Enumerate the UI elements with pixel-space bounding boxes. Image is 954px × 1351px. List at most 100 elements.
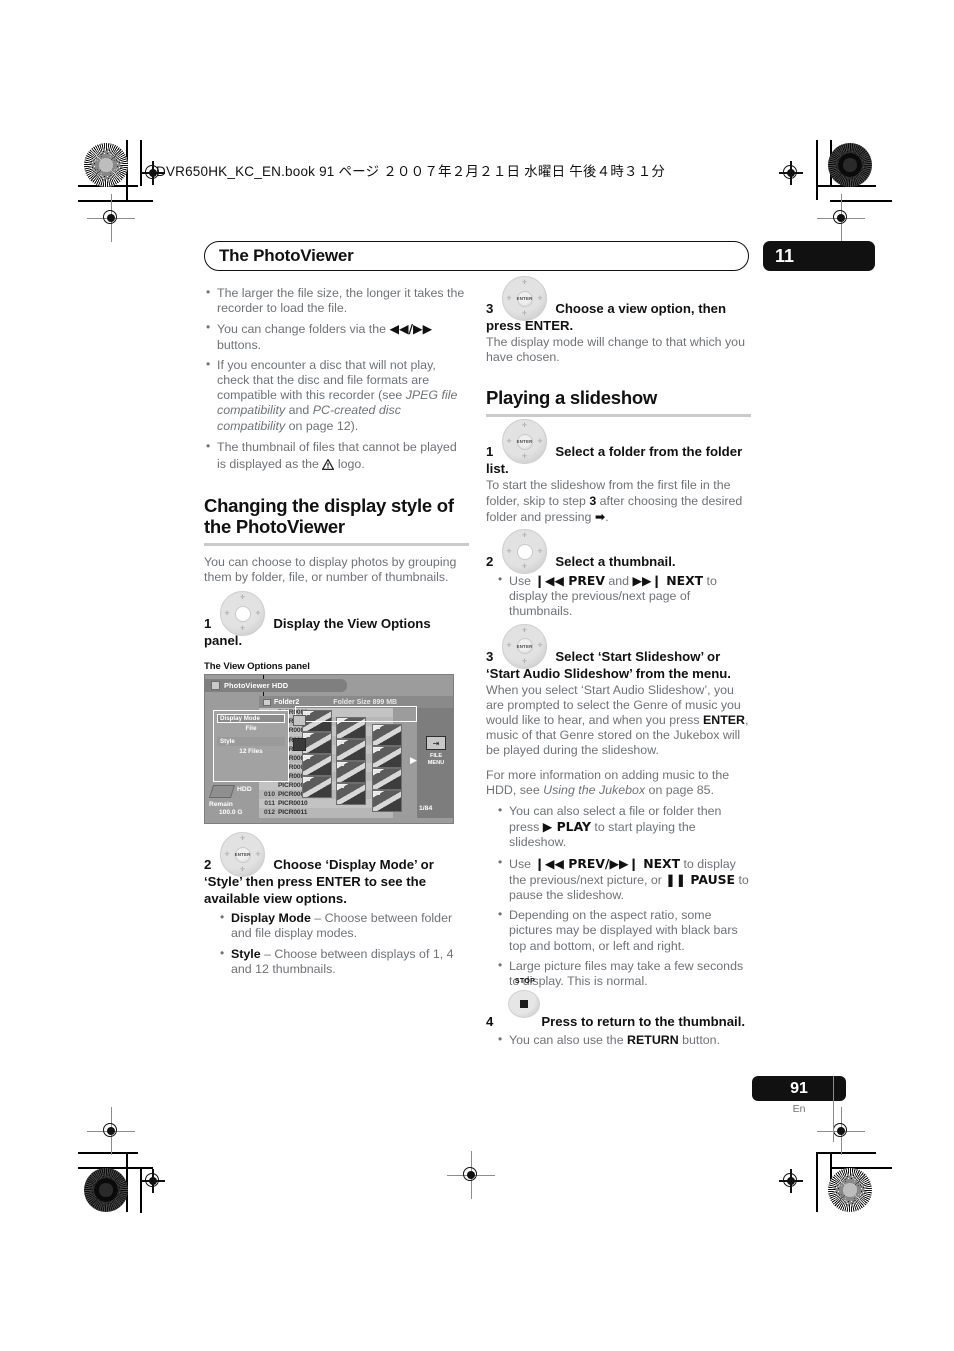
photoviewer-icon	[211, 681, 220, 691]
thumbnail[interactable]	[372, 790, 402, 813]
list-item: The thumbnail of files that cannot be pl…	[204, 438, 469, 473]
step-text: Press to return to the thumbnail.	[541, 1014, 746, 1030]
selection-highlight	[295, 706, 417, 723]
step-body-text-1: When you select ‘Start Audio Slideshow’,…	[486, 682, 749, 758]
display-mode-thumb-icon	[293, 715, 306, 727]
hdd-remain-label: Remain	[209, 801, 233, 809]
list-item: You can change folders via the ◀◀/▶▶ but…	[204, 320, 469, 352]
step-3-choose-view-option: ✛ ✛ ✛ ✛ ENTER 3 Choose a view option, then p…	[486, 276, 751, 365]
registration-target-bottom-left	[84, 1168, 128, 1212]
chapter-number: 11	[775, 245, 795, 266]
section-intro-text: You can choose to display photos by grou…	[204, 554, 457, 585]
crop-mark-tr-v	[816, 140, 818, 200]
page-number: 91	[790, 1079, 808, 1097]
screenshot-figure: The View Options panel PhotoViewer HDD F…	[204, 661, 469, 825]
thumbnail[interactable]	[336, 739, 366, 762]
book-source-line: DVR650HK_KC_EN.book 91 ページ ２００７年２月２１日 水曜…	[156, 164, 666, 179]
folder-icon	[263, 698, 271, 706]
style-value: 12 Files	[239, 748, 263, 756]
intro-bullet-list: The larger the file size, the longer it …	[204, 285, 469, 473]
registration-mark-right-upper	[778, 160, 804, 186]
thumbnail[interactable]	[302, 754, 332, 777]
thumbnail[interactable]	[302, 732, 332, 755]
step-number: 2	[486, 554, 494, 570]
page-tick-line	[833, 1076, 835, 1142]
list-item: You can also select a file or folder the…	[496, 803, 751, 851]
crop-mark-br-h2	[830, 1167, 892, 1169]
registration-target-top-right	[828, 143, 872, 187]
page-indicator: 1/84	[419, 805, 433, 813]
hdd-status: HDD Remain 100.0 G	[208, 783, 257, 823]
step-number: 3	[486, 648, 494, 664]
term-style: Style	[231, 946, 261, 961]
dpad-icon: ✛ ✛ ✛ ✛	[220, 591, 265, 637]
registration-mark-right-mid	[817, 194, 865, 242]
heading-rule	[204, 542, 469, 546]
registration-mark-left-lower	[87, 1107, 135, 1155]
registration-mark-bottom-right	[778, 1168, 804, 1194]
running-head: The PhotoViewer	[204, 241, 749, 271]
stop-label: STOP	[514, 978, 536, 986]
thumbnail[interactable]	[372, 768, 402, 791]
warning-triangle-icon	[322, 458, 335, 470]
list-item: You can also use the RETURN button.	[496, 1032, 751, 1048]
display-mode-label[interactable]: Display Mode	[217, 714, 285, 724]
screen-title-bar: PhotoViewer HDD	[205, 679, 347, 693]
manual-page: DVR650HK_KC_EN.book 91 ページ ２００７年２月２１日 水曜…	[0, 0, 954, 1351]
thumbnail[interactable]	[372, 746, 402, 769]
file-index: 012	[263, 809, 275, 817]
registration-mark-bottom-left	[140, 1168, 166, 1194]
folder-name: Folder2	[274, 698, 300, 706]
hdd-remain-value: 100.0 G	[219, 809, 243, 817]
screenshot-caption: The View Options panel	[204, 661, 310, 673]
step-4-stop: STOP 4 Press to return to the thumbnail. …	[486, 978, 751, 1048]
list-item: Depending on the aspect ratio, some pict…	[496, 907, 751, 954]
file-menu-label: FILE MENU	[427, 753, 445, 766]
list-item: Use ❙◀◀ PREV and ▶▶❙ NEXT to display the…	[496, 572, 751, 620]
right-column: ✛ ✛ ✛ ✛ ENTER 3 Choose a view option, then p…	[486, 276, 751, 1053]
chapter-tab: 11	[763, 241, 875, 271]
running-head-title: The PhotoViewer	[219, 246, 354, 265]
step-2-select-thumbnail: ✛✛✛✛ 2 Select a thumbnail. Use ❙◀◀ PREV a…	[486, 529, 751, 620]
step-2-bullet-list: Use ❙◀◀ PREV and ▶▶❙ NEXT to display the…	[496, 572, 751, 620]
registration-target-top-left	[84, 143, 128, 187]
dpad-enter-icon: ✛ ✛ ✛ ✛ ENTER	[502, 276, 547, 321]
thumbnail[interactable]	[302, 776, 332, 799]
registration-mark-left-mid	[87, 194, 135, 242]
style-grid-icon	[293, 738, 306, 752]
step-2-bullet-list: Display Mode – Choose between folder and…	[218, 910, 469, 977]
section-heading-slideshow: Playing a slideshow	[486, 387, 658, 409]
view-options-panel[interactable]: Display Mode File Style 12 Files	[213, 710, 289, 783]
file-menu-panel[interactable]: ⇥ FILE MENU	[417, 708, 453, 819]
heading-rule	[486, 414, 751, 418]
list-item: Display Mode – Choose between folder and…	[218, 910, 469, 941]
step-3-bullet-list: You can also select a file or folder the…	[496, 803, 751, 989]
thumbnail[interactable]	[372, 724, 402, 747]
thumbnail[interactable]	[336, 783, 366, 806]
crop-mark-tr-h2	[830, 200, 892, 202]
dpad-enter-icon: ✛ ✛ ✛ ✛ ENTER	[220, 832, 265, 878]
style-label[interactable]: Style	[217, 737, 285, 747]
list-item: Style – Choose between displays of 1, 4 …	[218, 946, 469, 977]
step-number: 4	[486, 1014, 494, 1030]
thumbnail[interactable]	[336, 761, 366, 784]
screen-title: PhotoViewer HDD	[224, 681, 289, 691]
registration-target-bottom-right	[828, 1168, 872, 1212]
dpad-enter-icon: ✛ ✛ ✛ ✛ ENTER	[502, 623, 547, 669]
thumbnail-grid[interactable]	[300, 708, 415, 818]
step-number: 1	[204, 616, 212, 632]
step-text: Select a thumbnail.	[555, 554, 676, 570]
hdd-label: HDD	[237, 786, 252, 794]
right-arrow-icon: ▶	[410, 755, 417, 766]
registration-mark-right-lower	[817, 1107, 865, 1155]
crop-mark-tl-h2	[78, 200, 153, 202]
step-body-text-2: For more information on adding music to …	[486, 767, 730, 797]
file-index: 010	[263, 791, 275, 799]
page-number-tab: 91	[752, 1076, 846, 1101]
stop-button-icon: STOP	[508, 978, 542, 1021]
crop-mark-br-h	[816, 1152, 876, 1154]
step-4-bullet-list: You can also use the RETURN button.	[496, 1032, 751, 1048]
list-item: The larger the file size, the longer it …	[204, 285, 469, 316]
left-column: The larger the file size, the longer it …	[204, 285, 469, 982]
file-menu-icon: ⇥	[426, 736, 446, 751]
